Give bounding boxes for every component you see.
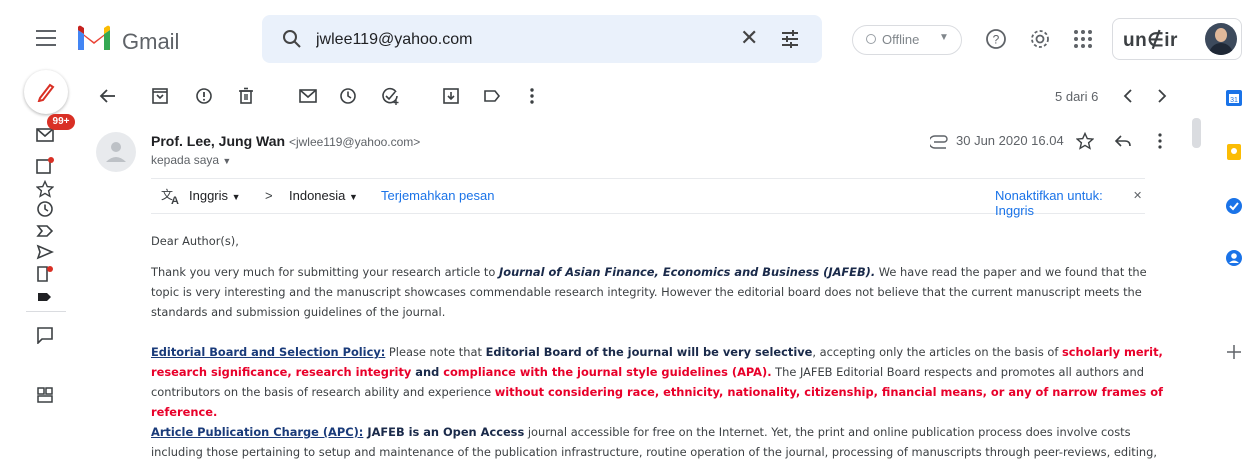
add-addon-icon[interactable] <box>1224 342 1244 362</box>
translation-bar: 文A Inggris ▼ > Indonesia ▼ Terjemahkan p… <box>151 178 1145 218</box>
target-language-select[interactable]: Indonesia ▼ <box>289 188 358 203</box>
mark-unread-icon[interactable] <box>298 86 318 106</box>
sender-name[interactable]: Prof. Lee, Jung Wan <box>151 133 285 149</box>
sender-avatar[interactable] <box>96 132 136 172</box>
main-menu-icon[interactable] <box>36 30 56 46</box>
translate-icon: 文A <box>161 187 179 205</box>
reply-icon[interactable] <box>1114 132 1132 150</box>
gmail-logo-icon[interactable] <box>76 24 112 52</box>
tasks-icon[interactable] <box>1224 196 1244 216</box>
clear-search-icon[interactable]: ✕ <box>740 25 758 51</box>
star-icon[interactable] <box>36 180 54 198</box>
status-selector[interactable]: Offline ▼ <box>852 25 962 55</box>
pencil-icon <box>37 83 55 102</box>
top-bar: Gmail ✕ Offline ▼ ? un∉ir <box>0 0 1256 64</box>
email-paragraph-3: Article Publication Charge (APC): JAFEB … <box>151 425 1157 459</box>
disable-translation-link[interactable]: Nonaktifkan untuk: Inggris <box>995 188 1145 218</box>
account-switcher[interactable]: un∉ir <box>1112 18 1242 60</box>
search-icon[interactable] <box>282 29 302 49</box>
more-vertical-icon[interactable] <box>522 86 542 106</box>
chevron-right-icon[interactable] <box>1152 86 1172 106</box>
rail-divider <box>26 311 66 312</box>
recipient-line[interactable]: kepada saya ▼ <box>151 153 231 167</box>
label-icon[interactable] <box>36 222 54 240</box>
person-icon <box>106 142 126 162</box>
contacts-icon[interactable] <box>1224 248 1244 268</box>
email-datetime: 30 Jun 2020 16.04 <box>956 133 1064 148</box>
brand-name[interactable]: Gmail <box>122 29 179 55</box>
label-icon[interactable] <box>482 86 502 106</box>
svg-text:31: 31 <box>1230 97 1238 104</box>
compose-button[interactable] <box>24 70 68 114</box>
report-spam-icon[interactable] <box>194 86 214 106</box>
search-input[interactable] <box>314 25 738 55</box>
settings-gear-icon[interactable] <box>1028 27 1052 51</box>
scrollbar[interactable] <box>1192 118 1201 148</box>
sender-line: Prof. Lee, Jung Wan <jwlee119@yahoo.com> <box>151 133 420 149</box>
sender-address: <jwlee119@yahoo.com> <box>288 135 421 149</box>
tag-icon[interactable] <box>36 288 54 306</box>
search-options-icon[interactable] <box>780 29 800 49</box>
move-to-icon[interactable] <box>441 86 461 106</box>
keep-icon[interactable] <box>1224 142 1244 162</box>
chevron-down-icon: ▼ <box>939 32 949 43</box>
delete-icon[interactable] <box>236 86 256 106</box>
close-icon[interactable]: ✕ <box>1133 189 1142 202</box>
email-paragraph-2: Editorial Board and Selection Policy: Pl… <box>151 345 1163 419</box>
add-task-icon[interactable] <box>380 86 400 106</box>
chevron-right-icon: > <box>265 188 273 203</box>
to-me-label: kepada saya <box>151 153 220 167</box>
help-icon[interactable]: ? <box>984 27 1008 51</box>
calendar-icon[interactable]: 31 <box>1224 88 1244 108</box>
search-bar: ✕ <box>262 15 822 63</box>
svg-text:A: A <box>171 195 179 205</box>
clock-icon[interactable] <box>36 200 54 218</box>
email-paragraph-1: Thank you very much for submitting your … <box>151 265 1147 319</box>
chat-icon[interactable] <box>36 326 54 344</box>
more-vertical-icon[interactable] <box>1152 132 1168 150</box>
avatar[interactable] <box>1205 23 1237 55</box>
spaces-icon[interactable] <box>36 386 54 404</box>
back-arrow-icon[interactable] <box>98 86 118 106</box>
status-label: Offline <box>882 32 920 47</box>
svg-text:?: ? <box>993 33 1000 47</box>
pager-count: 5 dari 6 <box>1055 89 1099 104</box>
star-icon[interactable] <box>1076 132 1094 150</box>
source-language-select[interactable]: Inggris ▼ <box>189 188 241 203</box>
apps-grid-icon[interactable] <box>1071 27 1095 51</box>
unread-count-badge: 99+ <box>47 114 75 130</box>
send-icon[interactable] <box>36 243 54 261</box>
translate-message-link[interactable]: Terjemahkan pesan <box>381 188 494 203</box>
draft-icon[interactable] <box>36 265 54 283</box>
chevron-left-icon[interactable] <box>1118 86 1138 106</box>
snooze-icon[interactable] <box>338 86 358 106</box>
chevron-down-icon[interactable]: ▼ <box>222 156 231 166</box>
email-greeting: Dear Author(s), <box>151 234 239 248</box>
organization-logo: un∉ir <box>1123 30 1178 51</box>
archive-icon[interactable] <box>150 86 170 106</box>
status-circle-icon <box>866 34 876 44</box>
attachment-clip-icon <box>930 135 948 149</box>
inbox-icon[interactable] <box>36 157 54 175</box>
